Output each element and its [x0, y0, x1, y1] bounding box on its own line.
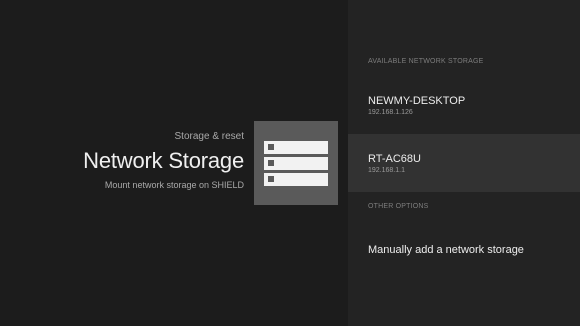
list-item-title: RT-AC68U: [368, 153, 421, 165]
list-item-newmy-desktop[interactable]: NEWMY-DESKTOP 192.168.1.126: [348, 86, 580, 130]
header-panel: Storage & reset Network Storage Mount ne…: [0, 0, 348, 326]
breadcrumb: Storage & reset: [174, 131, 244, 142]
list-item-address: 192.168.1.1: [368, 167, 405, 174]
page-title: Network Storage: [83, 148, 244, 173]
list-item-title: Manually add a network storage: [368, 244, 524, 256]
page-subtitle: Mount network storage on SHIELD: [104, 180, 244, 190]
manual-add-storage-item[interactable]: Manually add a network storage: [348, 232, 580, 268]
other-options-header: OTHER OPTIONS: [368, 203, 429, 210]
network-storage-icon: [254, 121, 338, 205]
available-storage-header: AVAILABLE NETWORK STORAGE: [368, 58, 484, 65]
list-item-address: 192.168.1.126: [368, 109, 413, 116]
list-item-title: NEWMY-DESKTOP: [368, 95, 466, 107]
list-item-rt-ac68u[interactable]: RT-AC68U 192.168.1.1: [348, 134, 580, 192]
